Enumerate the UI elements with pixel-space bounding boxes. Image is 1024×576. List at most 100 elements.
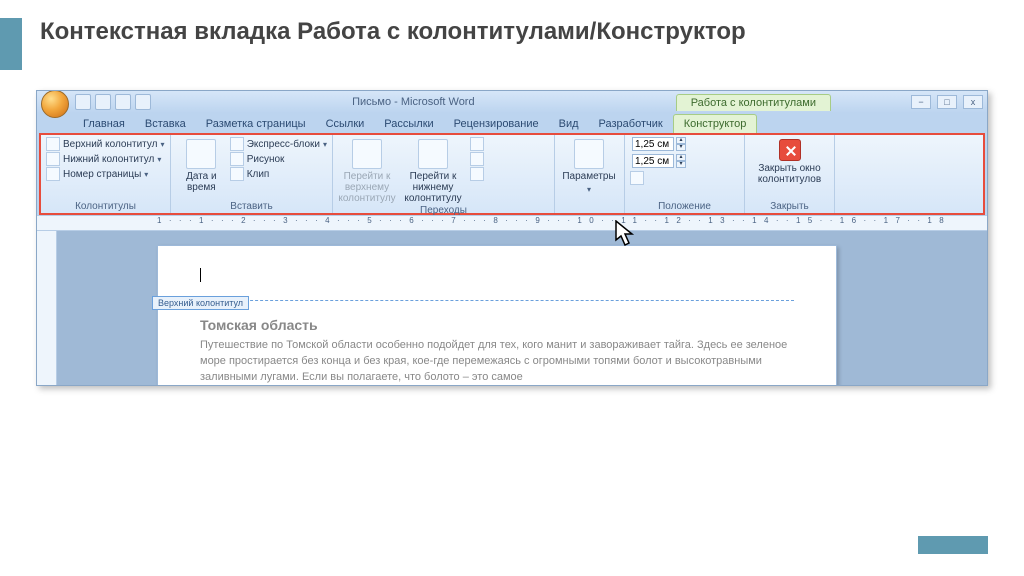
group-navigation: Перейти к верхнему колонтитулу Перейти к… (333, 135, 555, 213)
picture-icon (230, 152, 244, 166)
clip-icon (230, 167, 244, 181)
datetime-label: Дата и время (176, 171, 227, 193)
header-boundary (200, 300, 794, 301)
goto-footer-icon (418, 139, 448, 169)
context-tab-title: Работа с колонтитулами (676, 94, 831, 111)
options-label: Параметры (562, 171, 615, 182)
group-label-kolont: Колонтитулы (46, 200, 165, 213)
word-window: Письмо - Microsoft Word Работа с колонти… (36, 90, 988, 386)
next-section-button[interactable] (470, 152, 484, 166)
clipart-button[interactable]: Клип (230, 167, 327, 181)
group-options: Параметры ▾ (555, 135, 625, 213)
vertical-ruler[interactable] (37, 231, 57, 386)
close-button[interactable]: x (963, 95, 983, 109)
page[interactable]: Верхний колонтитул Томская область Путеш… (157, 245, 837, 386)
quickparts-button[interactable]: Экспресс-блоки▾ (230, 137, 327, 151)
qat-save-icon[interactable] (75, 94, 91, 110)
slide-title: Контекстная вкладка Работа с колонтитула… (40, 18, 746, 46)
goto-footer-label: Перейти к нижнему колонтитулу (399, 171, 467, 204)
footer-bottom-input[interactable] (632, 154, 674, 168)
text-caret (200, 268, 201, 282)
tab-review[interactable]: Рецензирование (444, 115, 549, 133)
header-label: Верхний колонтитул (63, 139, 158, 150)
header-icon (46, 137, 60, 151)
link-icon (470, 167, 484, 181)
spin-up-icon[interactable]: ▴ (676, 154, 686, 161)
minimize-button[interactable]: − (911, 95, 931, 109)
tab-view[interactable]: Вид (549, 115, 589, 133)
pagenumber-button[interactable]: Номер страницы▾ (46, 167, 165, 181)
ribbon: Верхний колонтитул▾ Нижний колонтитул▾ Н… (41, 135, 983, 213)
group-label-options (560, 211, 619, 213)
accent-block (0, 18, 22, 70)
footer-accent (918, 536, 988, 554)
doc-heading: Томская область (200, 317, 794, 333)
prev-section-button[interactable] (470, 137, 484, 151)
goto-footer-button[interactable]: Перейти к нижнему колонтитулу (399, 137, 467, 204)
maximize-button[interactable]: □ (937, 95, 957, 109)
tab-pagelayout[interactable]: Разметка страницы (196, 115, 316, 133)
titlebar: Письмо - Microsoft Word Работа с колонти… (37, 91, 987, 113)
footer-icon (46, 152, 60, 166)
ribbon-highlight: Верхний колонтитул▾ Нижний колонтитул▾ Н… (39, 133, 985, 215)
prev-icon (470, 137, 484, 151)
group-label-insert: Вставить (176, 200, 327, 213)
slide-title-bar: Контекстная вкладка Работа с колонтитула… (0, 0, 1024, 90)
group-headers-footers: Верхний колонтитул▾ Нижний колонтитул▾ Н… (41, 135, 171, 213)
group-label-position: Положение (630, 200, 739, 213)
doc-body: Путешествие по Томской области особенно … (200, 337, 794, 385)
picture-button[interactable]: Рисунок (230, 152, 327, 166)
footer-from-bottom: ▴▾ (630, 154, 686, 168)
footer-button[interactable]: Нижний колонтитул▾ (46, 152, 165, 166)
options-button[interactable]: Параметры ▾ (560, 137, 618, 195)
tab-align-icon (630, 171, 644, 185)
group-label-close: Закрыть (750, 200, 829, 213)
footer-label: Нижний колонтитул (63, 154, 154, 165)
goto-header-icon (352, 139, 382, 169)
qat-more-icon[interactable] (135, 94, 151, 110)
spin-down-icon[interactable]: ▾ (676, 144, 686, 151)
next-icon (470, 152, 484, 166)
header-button[interactable]: Верхний колонтитул▾ (46, 137, 165, 151)
window-controls: − □ x (911, 95, 983, 109)
page-wrap: Верхний колонтитул Томская область Путеш… (57, 231, 987, 386)
spin-down-icon[interactable]: ▾ (676, 161, 686, 168)
office-button[interactable] (41, 90, 69, 118)
close-hf-label: Закрыть окно колонтитулов (750, 163, 829, 185)
clipart-label: Клип (247, 169, 270, 180)
calendar-icon (186, 139, 216, 169)
group-position: ▴▾ ▴▾ Положение (625, 135, 745, 213)
close-icon (779, 139, 801, 161)
tab-references[interactable]: Ссылки (316, 115, 375, 133)
header-top-input[interactable] (632, 137, 674, 151)
blocks-icon (230, 137, 244, 151)
tab-design-active[interactable]: Конструктор (673, 114, 758, 133)
tab-mailings[interactable]: Рассылки (374, 115, 443, 133)
tab-insert[interactable]: Вставка (135, 115, 196, 133)
quick-access-toolbar (75, 94, 151, 110)
window-title: Письмо - Microsoft Word (151, 96, 676, 108)
qat-undo-icon[interactable] (95, 94, 111, 110)
group-insert: Дата и время Экспресс-блоки▾ Рисунок Кли… (171, 135, 333, 213)
pagenum-label: Номер страницы (63, 169, 141, 180)
goto-header-label: Перейти к верхнему колонтитулу (338, 171, 396, 204)
insert-tab-button[interactable] (630, 171, 686, 185)
document-area: Верхний колонтитул Томская область Путеш… (37, 231, 987, 386)
pagenum-icon (46, 167, 60, 181)
picture-label: Рисунок (247, 154, 285, 165)
close-headerfooter-button[interactable]: Закрыть окно колонтитулов (750, 137, 829, 185)
tab-home[interactable]: Главная (73, 115, 135, 133)
horizontal-ruler[interactable]: 1···1···2···3···4···5···6···7···8···9···… (37, 215, 987, 231)
ribbon-tabs: Главная Вставка Разметка страницы Ссылки… (37, 113, 987, 133)
goto-header-button[interactable]: Перейти к верхнему колонтитулу (338, 137, 396, 204)
group-close: Закрыть окно колонтитулов Закрыть (745, 135, 835, 213)
link-prev-button[interactable] (470, 167, 484, 181)
tab-developer[interactable]: Разработчик (589, 115, 673, 133)
datetime-button[interactable]: Дата и время (176, 137, 227, 193)
spin-up-icon[interactable]: ▴ (676, 137, 686, 144)
options-icon (574, 139, 604, 169)
header-from-top: ▴▾ (630, 137, 686, 151)
qat-redo-icon[interactable] (115, 94, 131, 110)
quickparts-label: Экспресс-блоки (247, 139, 320, 150)
header-region-tag: Верхний колонтитул (152, 296, 249, 310)
